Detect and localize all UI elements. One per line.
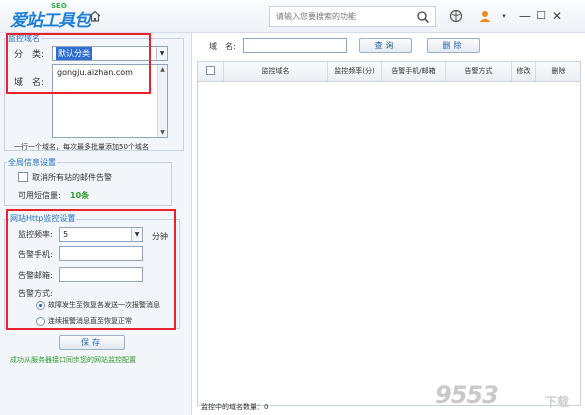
filter-domain-label: 域 名: bbox=[209, 42, 236, 51]
logo-text: 爱站工具包 bbox=[10, 11, 91, 31]
col-frequency[interactable]: 监控频率(分) bbox=[328, 62, 382, 81]
global-settings-title: 全局信息设置 bbox=[7, 157, 57, 168]
search-input[interactable] bbox=[270, 7, 410, 26]
sms-label: 可用短信量: bbox=[18, 191, 61, 200]
col-contact[interactable]: 告警手机/邮箱 bbox=[382, 62, 446, 81]
col-delete[interactable]: 删除 bbox=[536, 62, 581, 81]
search-icon[interactable] bbox=[416, 10, 430, 24]
title-bar: 爱站工具包 SEO ▾ — ☐ ✕ bbox=[0, 0, 585, 33]
select-all-checkbox[interactable] bbox=[206, 66, 215, 75]
domain-hint: 一行一个域名，每次最多批量添加50个域名 bbox=[14, 143, 149, 151]
logo-badge: SEO bbox=[51, 2, 67, 10]
watermark-logo: 9553 bbox=[435, 381, 499, 409]
cancel-alert-checkbox[interactable] bbox=[18, 172, 28, 182]
query-button[interactable]: 查询 bbox=[359, 38, 412, 53]
domain-table: 监控域名 监控频率(分) 告警手机/邮箱 告警方式 修改 删除 bbox=[197, 61, 581, 406]
domain-list-panel: 域 名: 查询 删除 监控域名 监控频率(分) 告警手机/邮箱 告警方式 修改 … bbox=[193, 33, 585, 415]
cancel-alert-label: 取消所有站的邮件告警 bbox=[32, 173, 112, 182]
maximize-button[interactable]: ☐ bbox=[535, 9, 547, 23]
user-icon[interactable] bbox=[478, 9, 492, 23]
table-header: 监控域名 监控频率(分) 告警手机/邮箱 告警方式 修改 删除 bbox=[198, 62, 580, 82]
close-button[interactable]: ✕ bbox=[551, 9, 563, 23]
chevron-down-icon[interactable]: ▼ bbox=[156, 47, 167, 60]
minimize-button[interactable]: — bbox=[519, 9, 531, 23]
settings-panel: 监控域名 分 类: 默认分类 ▼ 域 名: gongju.aizhan.com … bbox=[0, 33, 192, 415]
user-menu-chevron-icon[interactable]: ▾ bbox=[498, 9, 510, 23]
highlight-http-box bbox=[6, 209, 176, 330]
filter-domain-input[interactable] bbox=[243, 38, 347, 53]
select-all-cell bbox=[198, 62, 224, 81]
col-alert-mode[interactable]: 告警方式 bbox=[446, 62, 512, 81]
home-icon[interactable] bbox=[88, 9, 102, 23]
search-box bbox=[269, 6, 436, 27]
highlight-domain-box bbox=[6, 33, 151, 94]
scroll-down-icon[interactable]: ▼ bbox=[158, 128, 167, 137]
sync-status: 成功从服务器接口同步您的网站监控配置 bbox=[10, 356, 136, 364]
skin-icon[interactable] bbox=[449, 9, 463, 23]
watermark-sub: 下载 bbox=[545, 395, 570, 409]
scroll-up-icon[interactable]: ▲ bbox=[158, 65, 167, 74]
col-domain[interactable]: 监控域名 bbox=[224, 62, 328, 81]
monitored-count: 监控中的域名数量：0 bbox=[201, 403, 269, 411]
delete-button[interactable]: 删除 bbox=[427, 38, 480, 53]
save-button[interactable]: 保存 bbox=[59, 335, 125, 350]
app-logo: 爱站工具包 bbox=[10, 6, 91, 31]
col-edit[interactable]: 修改 bbox=[512, 62, 536, 81]
sms-value: 10条 bbox=[70, 191, 90, 200]
domain-scrollbar[interactable]: ▲ ▼ bbox=[157, 65, 167, 137]
